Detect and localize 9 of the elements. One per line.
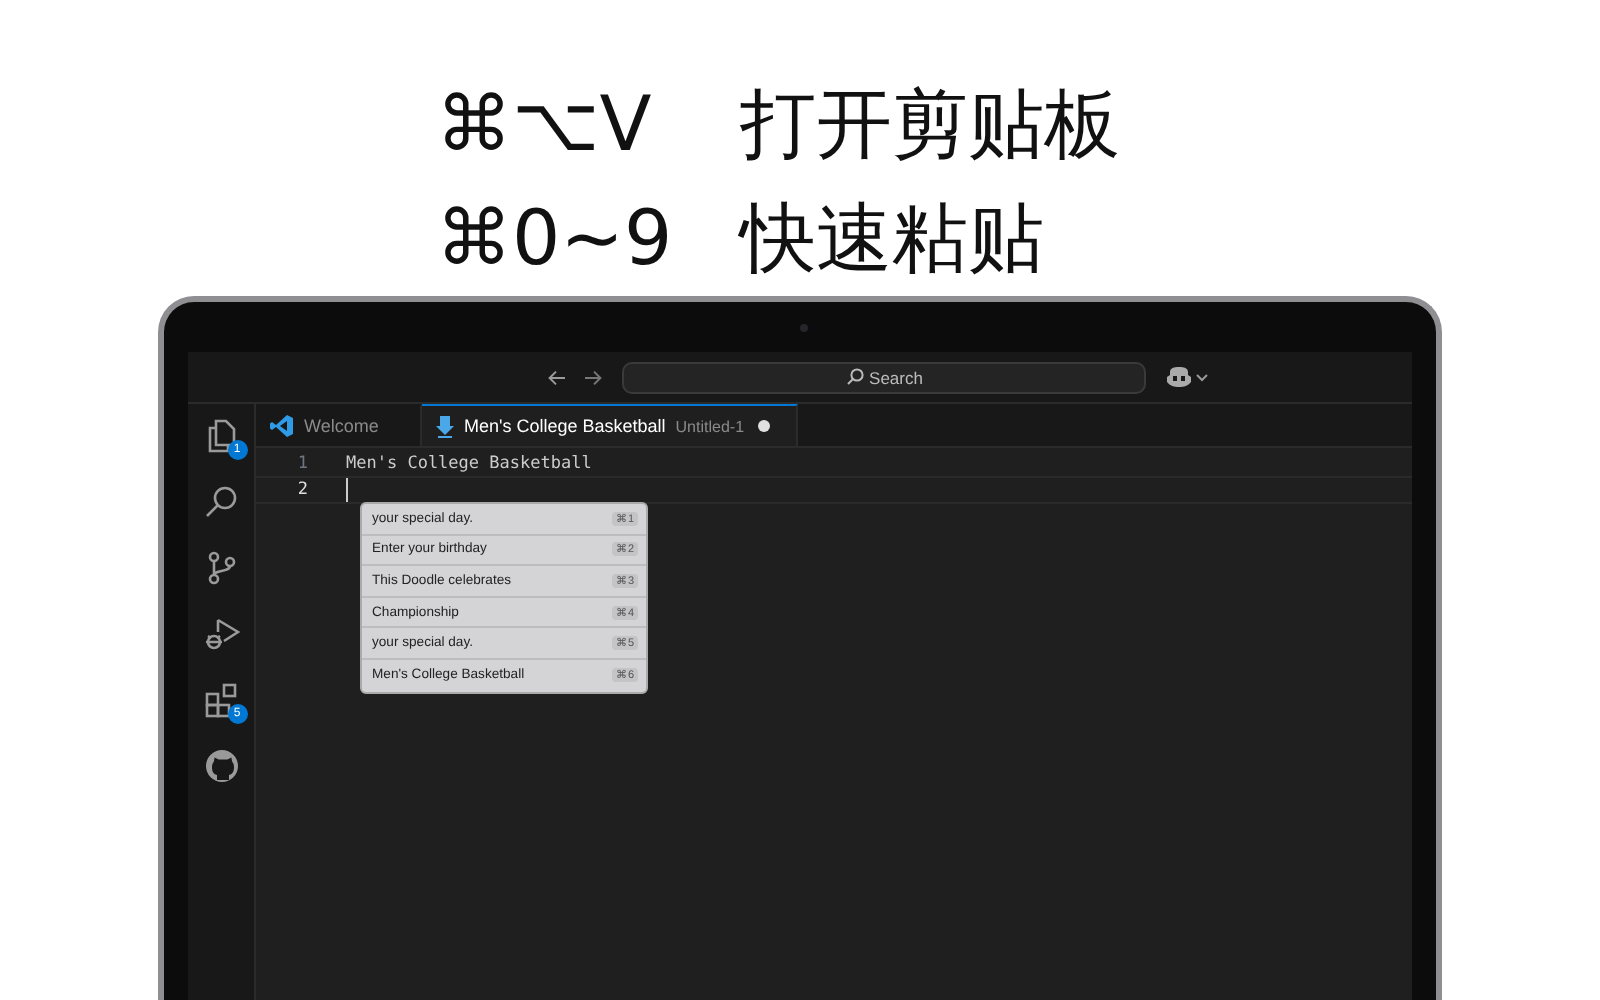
shortcut-description: 快速粘贴 bbox=[740, 192, 1044, 286]
shortcut-description: 打开剪贴板 bbox=[740, 78, 1120, 172]
editor-tab[interactable]: Men's College Basketball Untitled-1 bbox=[422, 404, 798, 446]
line-number: 1 bbox=[295, 454, 308, 474]
shortcut-keys: ⌘0~9 bbox=[436, 190, 673, 286]
code-line: Men's College Basketball bbox=[346, 454, 592, 474]
search-field[interactable]: Search bbox=[622, 361, 1146, 393]
shortcut-keys: ⌘⌥V bbox=[436, 76, 652, 172]
line-number: 2 bbox=[295, 480, 308, 500]
